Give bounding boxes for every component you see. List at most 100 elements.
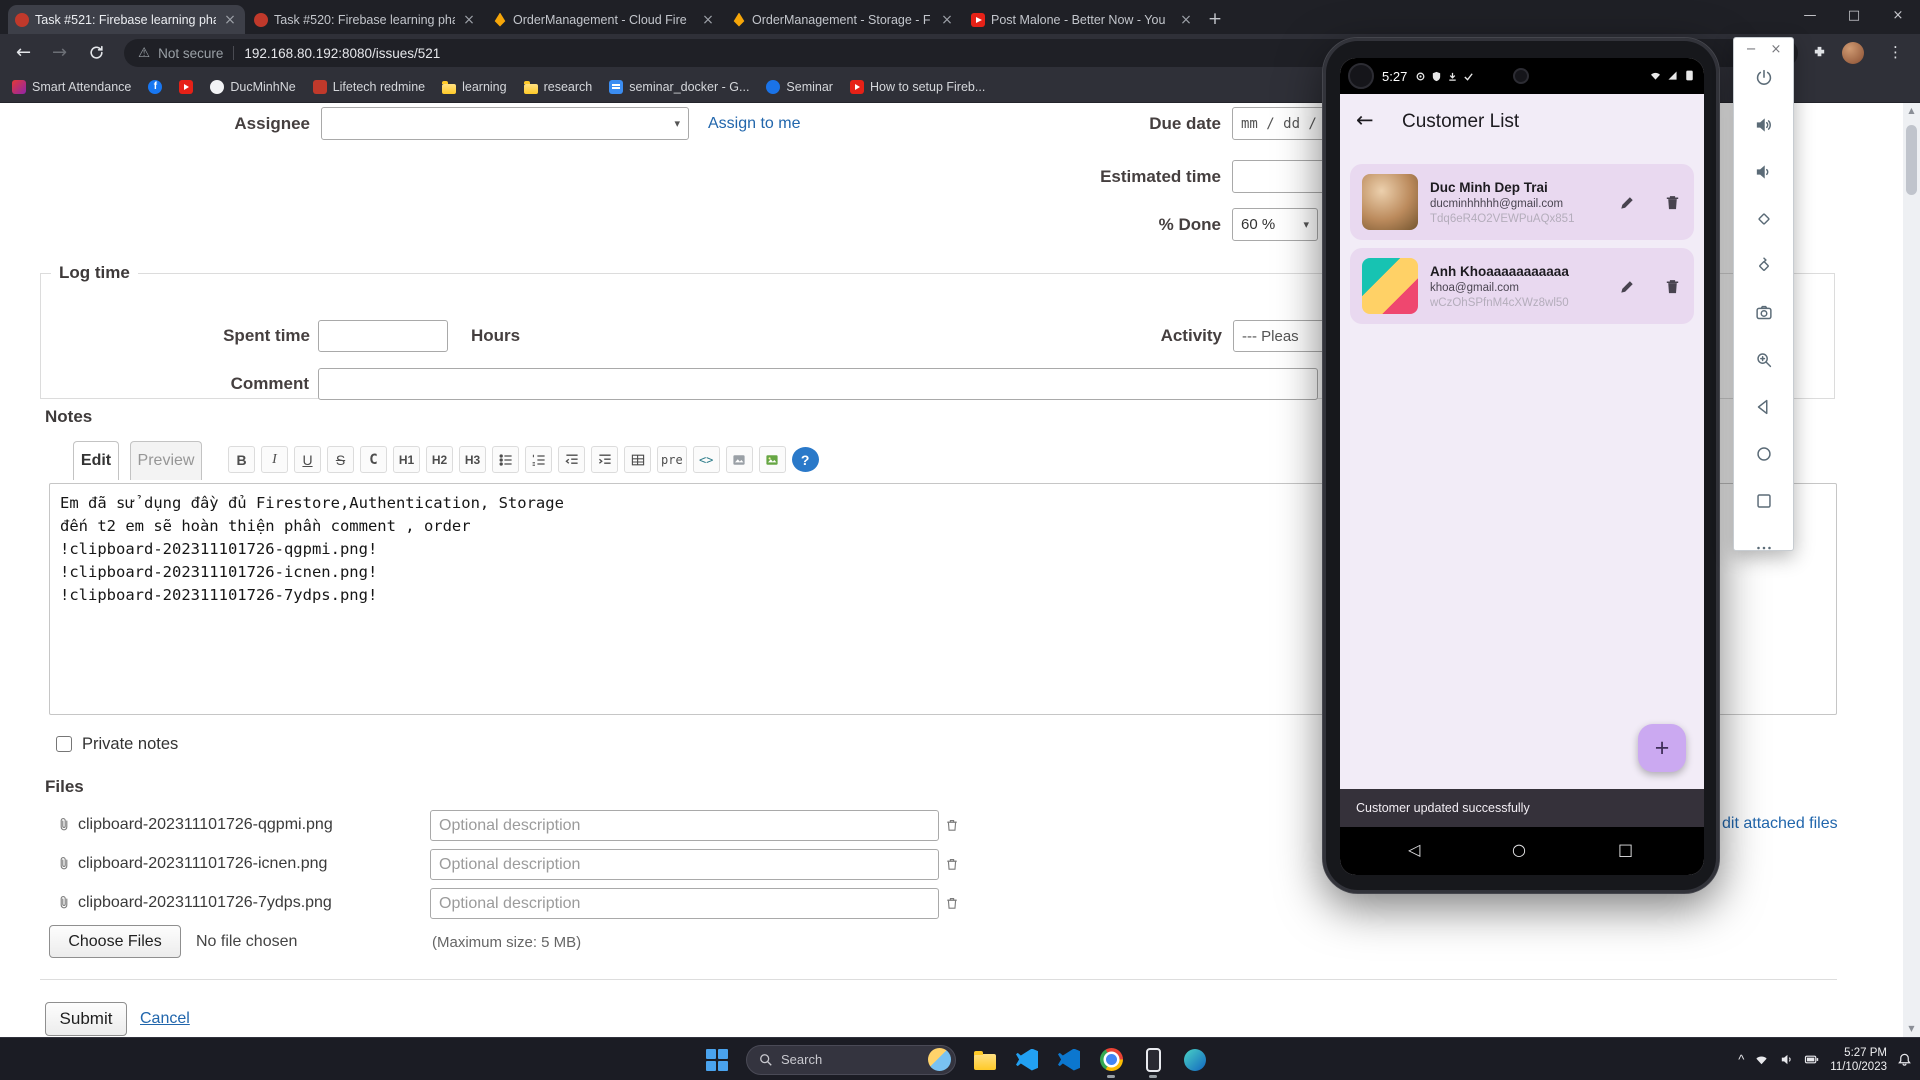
bookmark-folder-research[interactable]: research (523, 80, 592, 94)
page-scrollbar[interactable]: ▲ ▼ (1903, 103, 1920, 1037)
browser-menu-icon[interactable]: ⋮ (1888, 43, 1903, 61)
image-link-button[interactable] (725, 446, 753, 473)
indent-button[interactable] (591, 446, 618, 473)
volume-up-button[interactable] (1753, 114, 1775, 141)
delete-attachment-icon[interactable] (944, 856, 960, 877)
extensions-icon[interactable] (1812, 45, 1827, 65)
underline-button[interactable]: U (294, 446, 321, 473)
bookmark-facebook[interactable]: f (148, 80, 163, 94)
assignee-select[interactable]: ▾ (321, 107, 689, 140)
more-button[interactable] (1753, 537, 1775, 564)
vscode-button[interactable] (1014, 1041, 1040, 1079)
heading3-button[interactable]: H3 (459, 446, 486, 473)
scroll-up-arrow[interactable]: ▲ (1903, 103, 1920, 119)
edit-customer-button[interactable] (1618, 277, 1637, 296)
screenshot-button[interactable] (1753, 302, 1775, 329)
private-notes-checkbox[interactable] (56, 736, 72, 752)
preformatted-button[interactable]: pre (657, 446, 687, 473)
zoom-button[interactable] (1753, 349, 1775, 376)
edit-customer-button[interactable] (1618, 193, 1637, 212)
bookmark-seminar[interactable]: Seminar (766, 80, 833, 94)
scroll-down-arrow[interactable]: ▼ (1903, 1021, 1920, 1037)
tab-close-icon[interactable]: × (222, 12, 238, 28)
browser-tab-3[interactable]: OrderManagement - Cloud Fire × (486, 5, 723, 34)
home-button[interactable] (1753, 443, 1775, 470)
nav-back-icon[interactable]: ◁ (1408, 840, 1420, 859)
taskbar-search[interactable]: Search (746, 1044, 956, 1075)
outdent-button[interactable] (558, 446, 585, 473)
panel-close-button[interactable]: × (1771, 42, 1782, 57)
window-maximize-button[interactable]: □ (1832, 0, 1876, 34)
edge-button[interactable] (1182, 1041, 1208, 1079)
assign-to-me-link[interactable]: Assign to me (708, 115, 800, 133)
customer-card[interactable]: Duc Minh Dep Trai ducminhhhhh@gmail.com … (1350, 164, 1694, 240)
italic-button[interactable]: I (261, 446, 288, 473)
bookmark-youtube[interactable] (179, 80, 194, 94)
chrome-button[interactable] (1098, 1041, 1124, 1079)
rotate-left-button[interactable] (1753, 208, 1775, 235)
cancel-link[interactable]: Cancel (140, 1010, 190, 1028)
notification-bell-icon[interactable] (1897, 1052, 1912, 1067)
spent-time-input[interactable] (318, 320, 448, 352)
inline-code-button[interactable]: C (360, 446, 387, 473)
delete-customer-button[interactable] (1663, 277, 1682, 296)
start-button[interactable] (704, 1041, 730, 1079)
browser-tab-4[interactable]: OrderManagement - Storage - F × (725, 5, 962, 34)
bookmark-lifetech-redmine[interactable]: Lifetech redmine (312, 80, 425, 94)
attachment-description-input[interactable] (430, 810, 939, 841)
image-button[interactable] (758, 446, 786, 473)
heading2-button[interactable]: H2 (426, 446, 453, 473)
delete-customer-button[interactable] (1663, 193, 1682, 212)
power-button[interactable] (1753, 67, 1775, 94)
nav-overview-icon[interactable]: □ (1618, 840, 1633, 859)
table-button[interactable] (624, 446, 651, 473)
tab-close-icon[interactable]: × (1178, 12, 1194, 28)
bookmark-seminar-docker[interactable]: seminar_docker - G... (609, 80, 749, 94)
phone-link-button[interactable] (1140, 1041, 1166, 1079)
bookmark-ducminhne[interactable]: DucMinhNe (210, 80, 296, 94)
bookmark-folder-learning[interactable]: learning (442, 80, 507, 94)
attachment-description-input[interactable] (430, 849, 939, 880)
delete-attachment-icon[interactable] (944, 817, 960, 838)
choose-files-button[interactable]: Choose Files (49, 925, 181, 958)
window-close-button[interactable]: × (1876, 0, 1920, 34)
strikethrough-button[interactable]: S (327, 446, 354, 473)
done-select[interactable]: 60 % ▾ (1232, 208, 1318, 241)
tray-chevron-icon[interactable]: ^ (1738, 1052, 1744, 1067)
vscode-insiders-button[interactable] (1056, 1041, 1082, 1079)
back-button[interactable] (1753, 396, 1775, 423)
new-tab-button[interactable]: + (1202, 7, 1228, 33)
tab-preview[interactable]: Preview (130, 441, 202, 480)
scrollbar-thumb[interactable] (1906, 125, 1917, 195)
back-arrow-icon[interactable]: ← (1356, 108, 1374, 132)
bookmark-smart-attendance[interactable]: Smart Attendance (12, 80, 131, 94)
submit-button[interactable]: Submit (45, 1002, 127, 1036)
file-explorer-button[interactable] (972, 1041, 998, 1079)
wifi-icon[interactable] (1754, 1052, 1769, 1067)
battery-icon[interactable] (1804, 1052, 1820, 1067)
tab-close-icon[interactable]: × (461, 12, 477, 28)
bold-button[interactable]: B (228, 446, 255, 473)
delete-attachment-icon[interactable] (944, 895, 960, 916)
tab-edit[interactable]: Edit (73, 441, 119, 480)
edit-attached-files-link[interactable]: dit attached files (1722, 815, 1838, 833)
reload-button[interactable] (88, 44, 105, 66)
browser-tab-2[interactable]: Task #520: Firebase learning pha × (247, 5, 484, 34)
rotate-right-button[interactable] (1753, 255, 1775, 282)
overview-button[interactable] (1753, 490, 1775, 517)
nav-home-icon[interactable]: ○ (1512, 840, 1526, 859)
help-button[interactable]: ? (791, 447, 819, 472)
browser-tab-5[interactable]: Post Malone - Better Now - You × (964, 5, 1201, 34)
comment-input[interactable] (318, 368, 1318, 400)
bullet-list-button[interactable] (492, 446, 519, 473)
forward-button[interactable]: → (52, 42, 67, 63)
add-customer-fab[interactable]: + (1638, 724, 1686, 772)
tab-close-icon[interactable]: × (939, 12, 955, 28)
speaker-icon[interactable] (1779, 1052, 1794, 1067)
bookmark-firebase-setup[interactable]: How to setup Fireb... (849, 80, 985, 94)
numbered-list-button[interactable] (525, 446, 552, 473)
attachment-description-input[interactable] (430, 888, 939, 919)
tab-close-icon[interactable]: × (700, 12, 716, 28)
code-block-button[interactable]: <> (692, 446, 720, 473)
volume-down-button[interactable] (1753, 161, 1775, 188)
